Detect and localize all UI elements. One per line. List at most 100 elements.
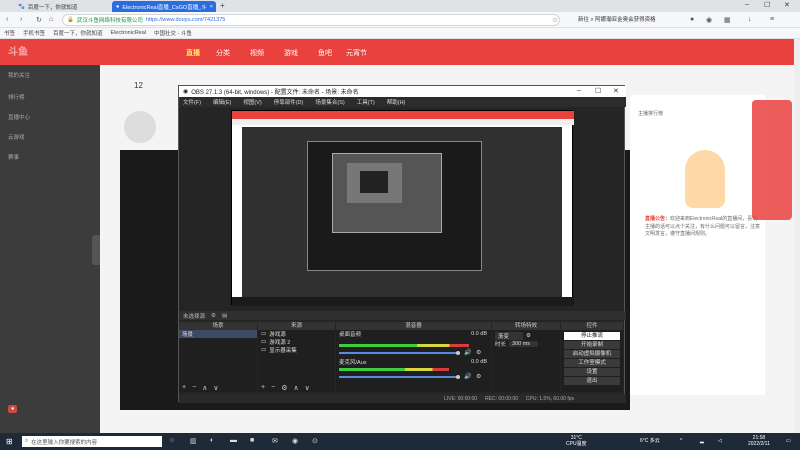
forward-icon[interactable]: › — [20, 16, 22, 23]
sidebar-item-follow[interactable]: 我的关注 — [8, 71, 30, 79]
sidebar-item-rank[interactable]: 排行榜 — [8, 93, 25, 101]
nav-item[interactable]: 鱼吧 — [318, 48, 332, 58]
menu-scene-collection[interactable]: 场景集合(S) — [315, 98, 344, 106]
maximize-icon[interactable]: ☐ — [595, 87, 601, 95]
home-icon[interactable]: ⌂ — [49, 16, 53, 23]
notification-icon[interactable]: ▭ — [786, 438, 791, 444]
tab-baidu[interactable]: 🐾 百度一下，你就知道 — [14, 1, 112, 12]
source-item[interactable]: ▭ 游戏源 — [258, 330, 335, 338]
network-icon[interactable]: ▂ — [700, 438, 704, 444]
virtual-camera-button[interactable]: 启动虚拟摄像机 — [564, 350, 620, 358]
mail-icon[interactable]: ✉ — [272, 437, 278, 445]
source-item[interactable]: ▭ 游戏源 2 — [258, 338, 335, 346]
studio-mode-button[interactable]: 工作室模式 — [564, 359, 620, 367]
avatar[interactable] — [124, 111, 156, 143]
up-icon[interactable]: ∧ — [202, 384, 207, 392]
menu-help[interactable]: 帮助(H) — [387, 98, 406, 106]
sidebar-red-button[interactable]: ● — [8, 405, 18, 413]
maximize-icon[interactable]: ☐ — [764, 1, 770, 9]
nav-item[interactable]: 元宵节 — [346, 48, 367, 58]
star-icon[interactable]: ☆ — [552, 16, 558, 24]
obs-preview[interactable] — [231, 110, 574, 306]
remove-icon[interactable]: − — [271, 384, 275, 391]
obs-taskbar-icon[interactable]: ⊙ — [312, 437, 318, 445]
extension-icon[interactable]: ● — [690, 16, 694, 23]
bookmark-item[interactable]: 书签 — [4, 29, 15, 37]
bookmark-item[interactable]: 中国社交 - 斗鱼 — [154, 29, 192, 37]
gear-icon[interactable]: ⚙ — [281, 384, 287, 392]
nav-item[interactable]: 直播 — [186, 48, 200, 58]
duration-field[interactable]: 时长 300 ms — [492, 340, 560, 348]
menu-icon[interactable]: ≡ — [770, 16, 774, 23]
bookmark-item[interactable]: 百度一下，你就知道 — [53, 29, 103, 37]
url-field[interactable]: 🔒 武汉斗鱼网络科技有限公司 https://www.douyu.com/742… — [62, 14, 560, 26]
close-window-icon[interactable]: ✕ — [784, 1, 790, 9]
speaker-icon[interactable]: 🔊 — [464, 373, 471, 380]
start-recording-button[interactable]: 开始录制 — [564, 341, 620, 349]
source-item[interactable]: ▭ 显示器采集 — [258, 346, 335, 354]
settings-button[interactable]: 设置 — [564, 368, 620, 376]
edge-icon[interactable]: ◐ — [210, 437, 214, 444]
volume-slider[interactable] — [339, 376, 459, 378]
bookmark-item[interactable]: ElectronicReal — [111, 30, 146, 36]
weather-temp[interactable]: 6°C 多云 — [640, 438, 660, 444]
scene-item[interactable]: 场景 — [179, 330, 257, 338]
up-icon[interactable]: ∧ — [293, 384, 298, 392]
volume-knob[interactable] — [456, 375, 460, 379]
rank-title[interactable]: 主播排行榜 — [638, 111, 663, 119]
add-icon[interactable]: + — [182, 384, 186, 391]
browser-search[interactable]: 新往 ⌕ 阿娜瀚亚金奥会获得资格 — [578, 15, 668, 25]
sidebar-item-cloud[interactable]: 云游戏 — [8, 133, 25, 141]
gear-icon[interactable]: ⚙ — [526, 333, 531, 339]
douyu-logo[interactable]: 斗鱼 — [8, 43, 78, 59]
game-icon[interactable]: ◉ — [706, 16, 712, 24]
minimize-icon[interactable]: – — [577, 87, 581, 94]
windows-start-icon[interactable]: ⊞ — [6, 437, 13, 446]
clock[interactable]: 21:58 2022/2/11 — [748, 435, 770, 447]
sidebar-item-esports[interactable]: 赛事 — [8, 153, 19, 161]
nav-item[interactable]: 分类 — [216, 48, 230, 58]
chevron-up-icon[interactable]: ^ — [680, 438, 682, 444]
add-icon[interactable]: + — [261, 384, 265, 391]
remove-icon[interactable]: − — [192, 384, 196, 391]
back-icon[interactable]: ‹ — [6, 16, 8, 23]
browser-icon[interactable]: ◉ — [292, 437, 298, 445]
tab-douyu[interactable]: ● ElectronicReal直播_CsGO直播_斗 × — [112, 1, 216, 12]
nav-item[interactable]: 游戏 — [284, 48, 298, 58]
gear-icon[interactable]: ⚙ — [476, 349, 481, 356]
menu-docks[interactable]: 停靠部件(D) — [274, 98, 304, 106]
filter-icon[interactable]: ▤ — [222, 313, 227, 319]
speaker-icon[interactable]: 🔊 — [464, 349, 471, 356]
menu-view[interactable]: 视图(V) — [243, 98, 261, 106]
menu-edit[interactable]: 编辑(E) — [213, 98, 231, 106]
bookmark-item[interactable]: 手机书签 — [23, 29, 45, 37]
store-icon[interactable]: ■ — [250, 437, 254, 444]
down-icon[interactable]: ∨ — [213, 384, 218, 392]
volume-icon[interactable]: ◁ — [718, 438, 722, 444]
folder-icon[interactable]: ▬ — [230, 437, 237, 444]
down-icon[interactable]: ∨ — [305, 384, 310, 392]
new-tab-button[interactable]: + — [220, 1, 225, 10]
transition-select[interactable]: 渐变 ⚙ — [492, 332, 560, 340]
minimize-icon[interactable]: – — [745, 1, 749, 8]
weather-widget[interactable]: 31°C CPU温度 — [566, 435, 587, 447]
cortana-icon[interactable]: ○ — [170, 437, 174, 444]
volume-knob[interactable] — [456, 351, 460, 355]
nav-item[interactable]: 视频 — [250, 48, 264, 58]
promo-banner[interactable] — [752, 100, 792, 220]
close-icon[interactable]: × — [210, 4, 213, 10]
refresh-icon[interactable]: ↻ — [36, 16, 42, 24]
menu-tools[interactable]: 工具(T) — [357, 98, 375, 106]
task-view-icon[interactable]: ▥ — [190, 437, 197, 445]
sidebar-item-center[interactable]: 直播中心 — [8, 113, 30, 121]
grid-icon[interactable]: ▦ — [724, 16, 731, 24]
gear-icon[interactable]: ⚙ — [211, 313, 216, 319]
taskbar-search[interactable]: ⌕ 在这里输入你要搜索的内容 — [22, 436, 162, 447]
close-icon[interactable]: ✕ — [613, 87, 619, 95]
gear-icon[interactable]: ⚙ — [476, 373, 481, 380]
exit-button[interactable]: 退出 — [564, 377, 620, 385]
volume-slider[interactable] — [339, 352, 459, 354]
download-icon[interactable]: ↓ — [748, 16, 752, 23]
stop-streaming-button[interactable]: 停止推流 — [564, 332, 620, 340]
page-scrollbar[interactable] — [794, 39, 800, 433]
